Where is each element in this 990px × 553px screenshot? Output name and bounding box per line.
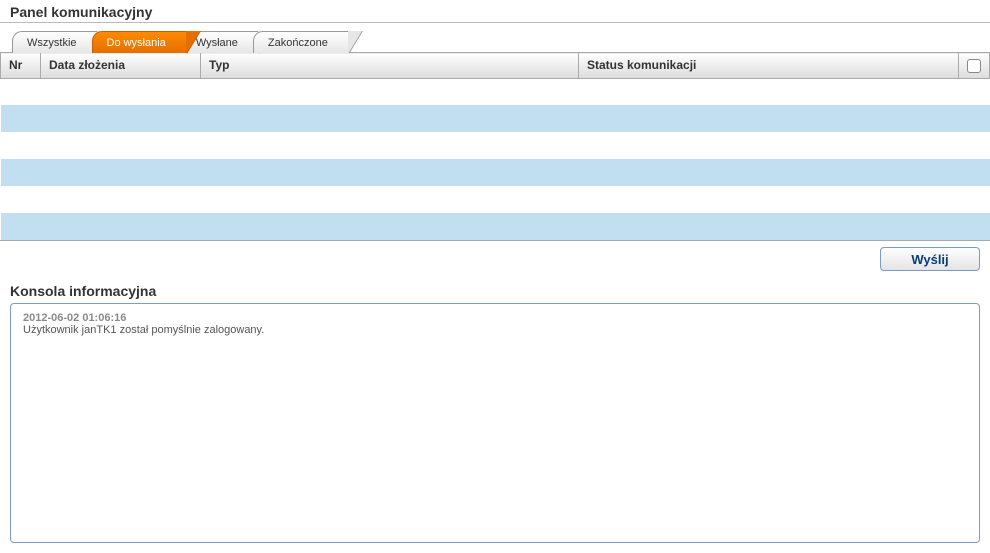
console-message: Użytkownik janTK1 został pomyślnie zalog…	[23, 324, 264, 336]
table-row[interactable]	[1, 132, 990, 159]
tab-wszystkie[interactable]: Wszystkie	[12, 31, 98, 53]
console-title: Konsola informacyjna	[0, 281, 990, 303]
console-entry: 2012-06-02 01:06:16 Użytkownik janTK1 zo…	[23, 312, 967, 336]
separator	[0, 22, 990, 23]
col-type[interactable]: Typ	[201, 53, 579, 79]
send-button[interactable]: Wyślij	[880, 247, 980, 271]
col-select-all[interactable]	[959, 53, 990, 79]
table-row[interactable]	[1, 159, 990, 186]
table-row[interactable]	[1, 213, 990, 240]
table-row[interactable]	[1, 186, 990, 213]
panel-title: Panel komunikacyjny	[0, 0, 990, 22]
col-date[interactable]: Data złożenia	[41, 53, 201, 79]
table-row[interactable]	[1, 78, 990, 105]
message-table: Nr Data złożenia Typ Status komunikacji	[0, 52, 990, 240]
tab-do-wyslania[interactable]: Do wysłania	[92, 31, 187, 53]
select-all-checkbox[interactable]	[967, 59, 981, 73]
console-box: 2012-06-02 01:06:16 Użytkownik janTK1 zo…	[10, 303, 980, 543]
tab-zakonczone[interactable]: Zakończone	[253, 31, 349, 53]
console-timestamp: 2012-06-02 01:06:16	[23, 312, 126, 324]
submit-row: Wyślij	[0, 240, 990, 281]
table-row[interactable]	[1, 105, 990, 132]
tabs: Wszystkie Do wysłania Wysłane Zakończone	[0, 29, 990, 53]
col-nr[interactable]: Nr	[1, 53, 41, 79]
col-status[interactable]: Status komunikacji	[579, 53, 959, 79]
